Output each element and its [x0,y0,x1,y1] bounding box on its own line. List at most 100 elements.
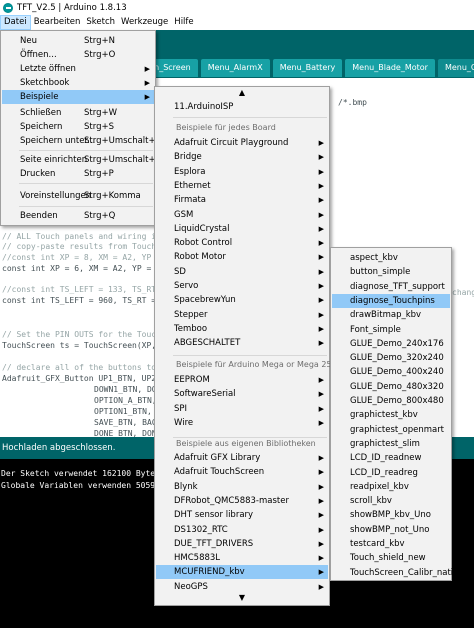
menu-werkzeuge[interactable]: Werkzeuge [118,15,171,30]
menu-item[interactable]: Esplora ▶ [156,165,328,179]
menu-hilfe[interactable]: Hilfe [171,15,196,30]
menu-item[interactable]: GLUE_Demo_240x176 [332,337,450,351]
menu-item-speichern-unter[interactable]: Speichern unter... Strg+Umschalt+S [2,134,161,148]
tab-menu-alarmx[interactable]: Menu_AlarmX [200,59,270,77]
menu-separator [19,183,153,184]
submenu-arrow-icon: ▶ [318,568,324,577]
submenu-arrow-icon: ▶ [318,167,324,176]
menu-item[interactable]: ABGESCHALTET ▶ [156,336,328,350]
menu-separator [19,206,153,207]
menu-item[interactable]: NeoGPS ▶ [156,580,328,594]
menu-item[interactable]: SoftwareSerial ▶ [156,387,328,401]
menu-item[interactable]: LiquidCrystal ▶ [156,222,328,236]
menu-item[interactable]: diagnose_Touchpins [332,293,450,308]
menu-item-label: DUE_TFT_DRIVERS [174,538,254,549]
menu-item[interactable]: diagnose_TFT_support [332,280,450,294]
menu-item[interactable]: Touch_shield_new [332,551,450,565]
menu-item[interactable]: scroll_kbv [332,494,450,508]
menu-item[interactable]: GLUE_Demo_800x480 [332,394,450,408]
menu-item[interactable]: testcard_kbv [332,537,450,551]
menu-item-label: Voreinstellungen [20,191,92,201]
menu-item-drucken[interactable]: Drucken Strg+P [2,167,154,181]
tab-menu-battery[interactable]: Menu_Battery [272,59,343,77]
menu-item[interactable]: LCD_ID_readreg [332,466,450,480]
menu-item[interactable]: Firmata ▶ [156,193,328,207]
menu-item-neu[interactable]: Neu Strg+N [2,34,154,48]
menu-item[interactable]: button_simple [332,265,450,279]
menu-item[interactable]: Bridge ▶ [156,150,328,164]
menu-item-schliessen[interactable]: Schließen Strg+W [2,106,154,120]
tab-menu-com[interactable]: Menu_Com [437,59,474,77]
menu-item[interactable]: Adafruit TouchScreen ▶ [156,465,328,479]
menu-item-label: GLUE_Demo_480x320 [350,381,444,392]
code-line: // ALL Touch panels and wiring is [2,232,161,241]
scroll-down-arrow-icon[interactable]: ▼ [155,593,329,602]
menu-item[interactable]: GLUE_Demo_320x240 [332,351,450,365]
menu-item-arduinoisp[interactable]: 11.ArduinoISP [156,100,328,114]
menu-item[interactable]: Robot Motor ▶ [156,250,328,264]
menu-item[interactable]: GSM ▶ [156,208,328,222]
menu-item[interactable]: Wire ▶ [156,416,328,430]
submenu-arrow-icon: ▶ [318,239,324,248]
menu-item[interactable]: LCD_ID_readnew [332,451,450,465]
menu-item-label: Stepper [174,309,208,320]
menu-item-label: Adafruit Circuit Playground [174,138,289,148]
menu-item[interactable]: Servo ▶ [156,279,328,293]
menu-item[interactable]: GLUE_Demo_480x320 [332,380,450,394]
menu-item[interactable]: Font_simple [332,323,450,337]
code-line: //const int TS_LEFT = 133, TS_RT = [2,285,166,294]
menu-item-label: Sketchbook [20,78,70,88]
menu-item[interactable]: graphictest_openmart [332,423,450,437]
menu-item-label: GLUE_Demo_400x240 [350,367,444,378]
menu-item[interactable]: Robot Control ▶ [156,236,328,250]
code-line: Adafruit_GFX_Button UP1_BTN, UP2 [2,374,157,383]
menu-item[interactable]: DUE_TFT_DRIVERS ▶ [156,537,328,551]
menu-item-beenden[interactable]: Beenden Strg+Q [2,209,154,223]
menu-item[interactable]: graphictest_slim [332,437,450,451]
menu-item-letzte-oeffnen[interactable]: Letzte öffnen ▶ [2,62,154,76]
menu-datei[interactable]: Datei [0,15,31,30]
submenu-arrow-icon: ▶ [144,79,150,87]
menu-item[interactable]: DFRobot_QMC5883-master ▶ [156,494,328,508]
menu-item-label: Servo [174,281,199,291]
tab-menu-blade-motor[interactable]: Menu_Blade_Motor [345,59,435,77]
section-header-mega: Beispiele für Arduino Mega or Mega 2560 [176,360,342,369]
menu-bearbeiten[interactable]: Bearbeiten [31,15,84,30]
menu-item[interactable]: MCUFRIEND_kbv ▶ [156,565,328,580]
menu-item[interactable]: SpacebrewYun ▶ [156,293,328,307]
menu-item-seite-einrichten[interactable]: Seite einrichten Strg+Umschalt+P [2,153,161,167]
menu-item[interactable]: Ethernet ▶ [156,179,328,193]
menu-item[interactable]: readpixel_kbv [332,480,450,494]
menu-item-label: Speichern [20,122,63,132]
menu-item[interactable]: drawBitmap_kbv [332,308,450,322]
menu-sketch[interactable]: Sketch [83,15,118,30]
menu-item-label: GLUE_Demo_240x176 [350,338,444,349]
menu-item-label: Letzte öffnen [20,64,76,74]
menu-item[interactable]: Stepper ▶ [156,308,328,322]
menu-item-voreinstellungen[interactable]: Voreinstellungen Strg+Komma [2,189,154,203]
menu-item-beispiele[interactable]: Beispiele ▶ [2,90,154,104]
menu-item[interactable]: aspect_kbv [332,251,450,265]
menu-item[interactable]: SD ▶ [156,265,328,279]
menu-item-label: Wire [174,417,194,428]
scroll-up-arrow-icon[interactable]: ▲ [155,88,329,97]
menu-item[interactable]: SPI ▶ [156,402,328,416]
menu-item[interactable]: Adafruit Circuit Playground ▶ [156,136,328,150]
menu-item[interactable]: Adafruit GFX Library ▶ [156,451,328,465]
menu-item[interactable]: DS1302_RTC ▶ [156,523,328,537]
menu-separator [173,117,327,118]
menu-item[interactable]: HMC5883L ▶ [156,551,328,565]
menu-item[interactable]: Blynk ▶ [156,480,328,494]
menu-item[interactable]: GLUE_Demo_400x240 [332,365,450,379]
menu-item[interactable]: showBMP_kbv_Uno [332,508,450,522]
examples-menu: ▲ 11.ArduinoISP Beispiele für jedes Boar… [154,86,342,606]
menu-item[interactable]: TouchScreen_Calibr_native [332,566,463,580]
menu-item-oeffnen[interactable]: Öffnen... Strg+O [2,48,154,62]
menu-item-sketchbook[interactable]: Sketchbook ▶ [2,76,154,90]
menu-item[interactable]: DHT sensor library ▶ [156,508,328,522]
menu-item[interactable]: graphictest_kbv [332,408,450,422]
menu-item[interactable]: showBMP_not_Uno [332,523,450,537]
menu-item[interactable]: EEPROM ▶ [156,373,328,387]
menu-item-speichern[interactable]: Speichern Strg+S [2,120,154,134]
menu-item[interactable]: Temboo ▶ [156,322,328,336]
